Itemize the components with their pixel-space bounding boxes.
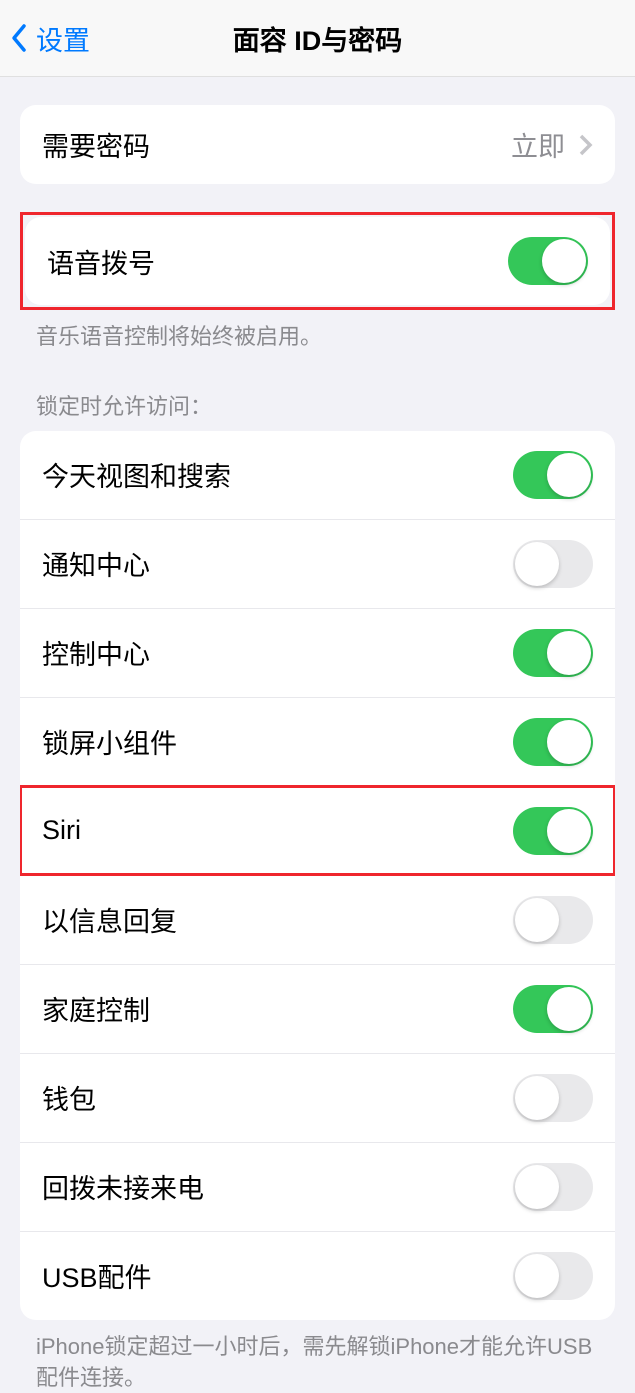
row-label: 控制中心: [42, 633, 150, 672]
settings-content: 需要密码 立即 语音拨号 音乐语音控制将始终被启用。 锁定时允许访问：: [0, 105, 635, 1393]
require-passcode-row[interactable]: 需要密码 立即: [20, 105, 615, 184]
lock-access-row: 控制中心: [20, 608, 615, 697]
lock-access-footer: iPhone锁定超过一小时后，需先解锁iPhone才能允许USB配件连接。: [0, 1320, 635, 1393]
lock-access-row: USB配件: [20, 1231, 615, 1320]
back-button[interactable]: 设置: [0, 19, 90, 58]
row-label: 需要密码: [42, 125, 150, 164]
lock-access-row: 钱包: [20, 1053, 615, 1142]
row-label: 锁屏小组件: [42, 722, 177, 761]
lock-access-toggle[interactable]: [513, 1252, 593, 1300]
lock-access-row: 回拨未接来电: [20, 1142, 615, 1231]
lock-access-row: 今天视图和搜索: [20, 431, 615, 519]
lock-access-row: 通知中心: [20, 519, 615, 608]
lock-access-group: 今天视图和搜索通知中心控制中心锁屏小组件 Siri 以信息回复家庭控制钱包回拨未接来…: [20, 431, 615, 1320]
voice-dial-group: 语音拨号: [25, 217, 610, 305]
lock-access-header: 锁定时允许访问：: [0, 389, 635, 431]
row-label: 家庭控制: [42, 989, 150, 1028]
row-label: 钱包: [42, 1078, 96, 1117]
chevron-right-icon: [579, 134, 593, 156]
row-label: 通知中心: [42, 544, 150, 583]
row-label: 今天视图和搜索: [42, 455, 231, 494]
require-passcode-group: 需要密码 立即: [20, 105, 615, 184]
voice-dial-highlight: 语音拨号: [20, 212, 615, 310]
lock-access-toggle[interactable]: [513, 629, 593, 677]
lock-access-toggle[interactable]: [513, 718, 593, 766]
chevron-left-icon: [10, 23, 30, 53]
lock-access-toggle[interactable]: [513, 807, 593, 855]
lock-access-row: Siri: [20, 786, 615, 875]
row-label: 以信息回复: [42, 900, 177, 939]
lock-access-row: 锁屏小组件: [20, 697, 615, 786]
row-value: 立即: [511, 125, 565, 164]
lock-access-toggle[interactable]: [513, 1163, 593, 1211]
row-label: 回拨未接来电: [42, 1167, 204, 1206]
lock-access-row: 以信息回复: [20, 875, 615, 964]
voice-dial-toggle[interactable]: [508, 237, 588, 285]
row-label: USB配件: [42, 1256, 152, 1295]
navigation-header: 设置 面容 ID与密码: [0, 0, 635, 77]
row-label: Siri: [42, 815, 81, 846]
lock-access-toggle[interactable]: [513, 1074, 593, 1122]
lock-access-toggle[interactable]: [513, 540, 593, 588]
voice-dial-row: 语音拨号: [25, 217, 610, 305]
page-title: 面容 ID与密码: [233, 19, 403, 58]
lock-access-toggle[interactable]: [513, 451, 593, 499]
lock-access-toggle[interactable]: [513, 985, 593, 1033]
lock-access-row: 家庭控制: [20, 964, 615, 1053]
row-label: 语音拨号: [47, 242, 155, 281]
back-label: 设置: [36, 19, 90, 58]
lock-access-toggle[interactable]: [513, 896, 593, 944]
voice-dial-footer: 音乐语音控制将始终被启用。: [0, 310, 635, 353]
